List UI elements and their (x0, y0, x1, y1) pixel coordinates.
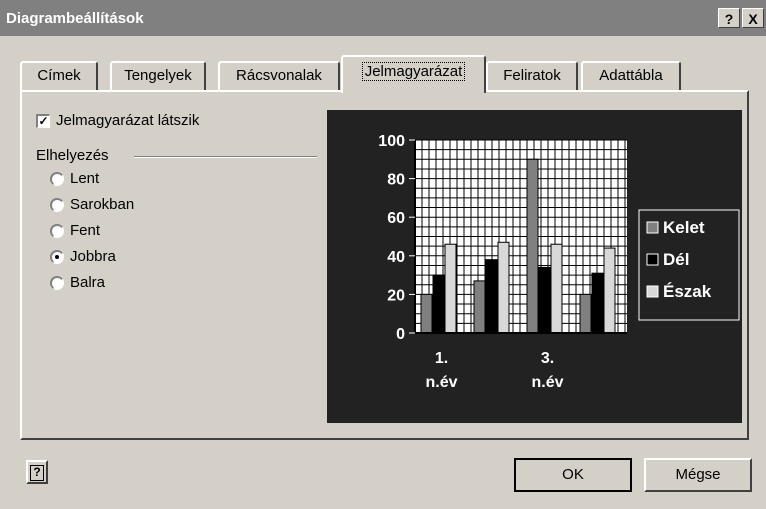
radio-bottom[interactable]: Lent (50, 170, 99, 187)
group-divider (134, 156, 317, 158)
radio-corner-circle[interactable] (50, 197, 64, 212)
ok-button[interactable]: OK (514, 458, 632, 492)
x-tick-label: 1. (435, 350, 448, 367)
radio-left-circle[interactable] (50, 275, 64, 290)
radio-corner-label: Sarokban (70, 196, 135, 213)
legend-swatch-dél (646, 253, 659, 266)
placement-group-label: Elhelyezés (36, 147, 109, 164)
y-tick-label: 0 (396, 326, 405, 343)
y-tick-label: 20 (387, 287, 405, 304)
legend-entry-észak: Észak (663, 282, 712, 301)
y-tick-label: 80 (387, 172, 405, 189)
bar-kelet (526, 158, 539, 334)
radio-corner[interactable]: Sarokban (50, 196, 134, 213)
y-tick-label: 40 (387, 249, 405, 266)
title-bar: Diagrambeállítások ? X (0, 0, 766, 36)
radio-bottom-label: Lent (70, 170, 100, 187)
bar-észak (497, 241, 510, 334)
x-tick-label: n.év (425, 374, 457, 391)
radio-left-label: Balra (70, 274, 106, 291)
tab-gridlines[interactable]: Rácsvonalak (218, 61, 340, 91)
tab-axes[interactable]: Tengelyek (110, 61, 206, 91)
cancel-button[interactable]: Mégse (644, 458, 752, 492)
tab-data-labels[interactable]: Feliratok (486, 61, 578, 91)
bar-kelet (420, 293, 433, 334)
y-tick-label: 60 (387, 210, 405, 227)
title-help-button[interactable]: ? (718, 8, 740, 28)
tab-legend[interactable]: Jelmagyarázat (341, 55, 486, 93)
bar-dél (432, 274, 445, 334)
bar-dél (591, 272, 604, 334)
radio-top[interactable]: Fent (50, 222, 100, 239)
dialog-title: Diagrambeállítások (6, 10, 144, 27)
close-button[interactable]: X (742, 8, 764, 28)
question-mark-icon: ? (30, 465, 44, 481)
help-button[interactable]: ? (26, 460, 48, 484)
radio-left[interactable]: Balra (50, 274, 105, 291)
y-tick-label: 100 (378, 133, 405, 150)
bar-dél (538, 266, 551, 334)
radio-top-circle[interactable] (50, 223, 64, 238)
bar-észak (603, 247, 616, 334)
bar-kelet (473, 280, 486, 334)
bar-észak (444, 243, 457, 334)
show-legend-checkbox-row[interactable]: ✓ Jelmagyarázat látszik (36, 112, 199, 129)
bar-észak (550, 243, 563, 334)
x-tick-label: n.év (531, 374, 563, 391)
radio-right[interactable]: Jobbra (50, 248, 116, 265)
tab-data-table[interactable]: Adattábla (581, 61, 681, 91)
tab-titles[interactable]: Címek (20, 61, 98, 91)
radio-bottom-circle[interactable] (50, 171, 64, 186)
legend-entry-kelet: Kelet (663, 218, 705, 237)
legend-swatch-kelet (646, 221, 659, 234)
radio-right-label: Jobbra (70, 248, 116, 265)
legend-entry-dél: Dél (663, 250, 689, 269)
x-tick-label: 3. (541, 350, 554, 367)
radio-right-circle[interactable] (50, 249, 64, 264)
chart-options-dialog: Diagrambeállítások ? X Címek Tengelyek R… (0, 0, 766, 509)
radio-top-label: Fent (70, 222, 101, 239)
chart-preview: 0 20 40 60 80 100 1. n.év 3. n.év Kelet Dél Észak (327, 110, 742, 423)
bar-kelet (579, 293, 592, 334)
legend-tab-panel: ✓ Jelmagyarázat látszik Elhelyezés Lent … (20, 90, 749, 440)
chart-svg: 0 20 40 60 80 100 1. n.év 3. n.év Kelet Dél Észak (378, 133, 740, 391)
legend-swatch-észak (646, 285, 659, 298)
show-legend-checkbox[interactable]: ✓ (36, 113, 50, 128)
bar-dél (485, 259, 498, 334)
show-legend-label: Jelmagyarázat látszik (56, 112, 200, 129)
